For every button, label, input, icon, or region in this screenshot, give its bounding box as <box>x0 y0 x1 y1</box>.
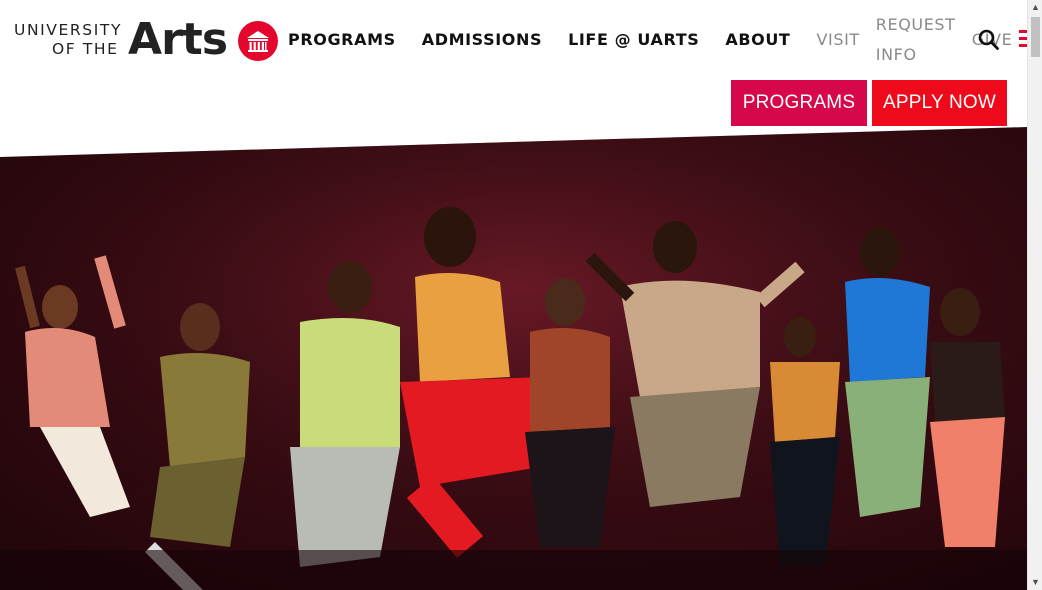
nav-visit[interactable]: VISIT <box>816 10 859 55</box>
hero-image-dancers <box>0 127 1027 590</box>
logo-line-of-the: OF THE <box>52 40 119 58</box>
logo-line-university: UNIVERSITY <box>14 21 123 39</box>
scrollbar-thumb[interactable] <box>1031 17 1040 57</box>
university-logo[interactable]: UNIVERSITY OF THE Arts <box>14 14 228 65</box>
nav-admissions[interactable]: ADMISSIONS <box>422 10 542 55</box>
hamburger-menu-icon[interactable] <box>1019 30 1027 50</box>
nav-programs[interactable]: PROGRAMS <box>288 10 396 55</box>
nav-life-at-uarts[interactable]: LIFE @ UARTS <box>568 10 699 55</box>
apply-now-button[interactable]: APPLY NOW <box>872 80 1007 126</box>
nav-request-info[interactable]: REQUEST INFO <box>876 10 956 70</box>
scroll-up-arrow-icon[interactable]: ▲ <box>1028 0 1042 15</box>
dancers-illustration <box>0 127 1027 590</box>
vertical-scrollbar[interactable]: ▲ ▼ <box>1027 0 1042 590</box>
scroll-down-arrow-icon[interactable]: ▼ <box>1028 575 1042 590</box>
main-nav: PROGRAMS ADMISSIONS LIFE @ UARTS ABOUT V… <box>288 10 1027 70</box>
university-seal-icon[interactable] <box>238 21 278 61</box>
page: UNIVERSITY OF THE Arts PROGRAMS ADMISSIO… <box>0 0 1027 590</box>
logo-wordmark-small: UNIVERSITY OF THE <box>14 21 122 59</box>
programs-button[interactable]: PROGRAMS <box>731 80 867 126</box>
nav-about[interactable]: ABOUT <box>725 10 790 55</box>
search-icon[interactable] <box>978 29 1000 51</box>
logo-wordmark-arts: Arts <box>128 14 228 65</box>
